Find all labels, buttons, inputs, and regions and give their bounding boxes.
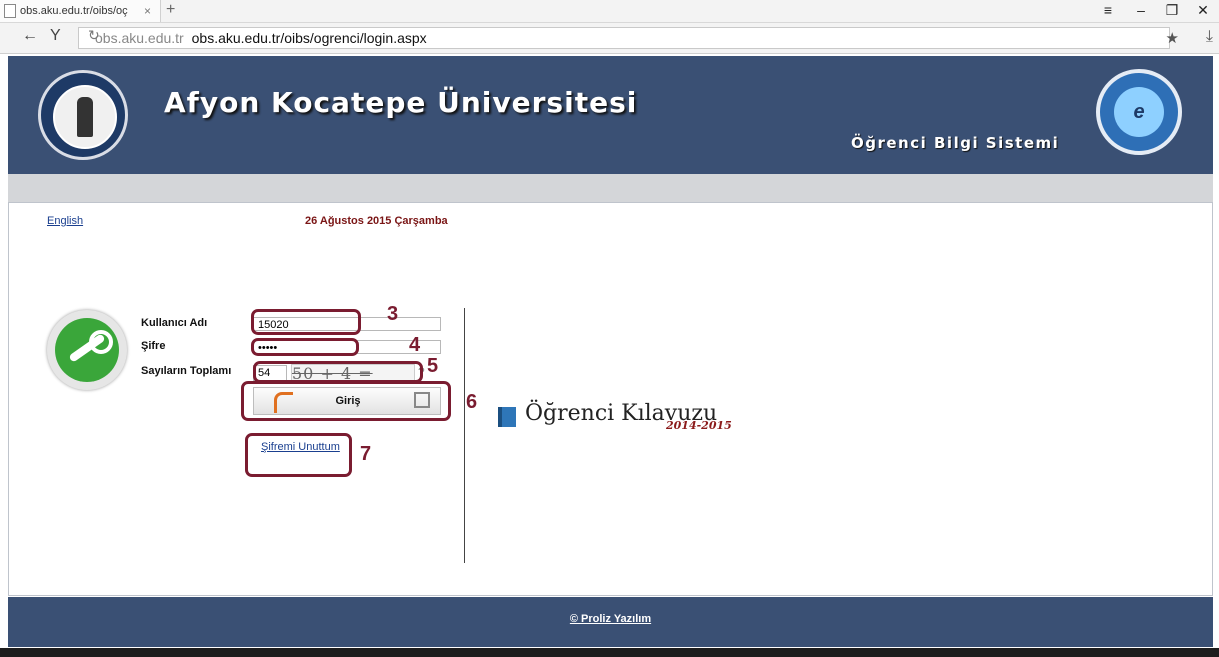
- vertical-divider: [464, 308, 465, 563]
- password-label: Şifre: [141, 340, 166, 352]
- current-date: 26 Ağustos 2015 Çarşamba: [305, 215, 448, 227]
- proliz-link[interactable]: © Proliz Yazılım: [8, 613, 1213, 625]
- star-icon[interactable]: ★: [1166, 29, 1179, 47]
- address-bar: ← Y ↻ obs.aku.edu.tr obs.aku.edu.tr/oibs…: [0, 23, 1219, 54]
- download-icon[interactable]: ⤓: [1206, 28, 1213, 46]
- y-icon[interactable]: Y: [50, 27, 61, 45]
- url-path: obs.aku.edu.tr/oibs/ogrenci/login.aspx: [191, 30, 427, 46]
- key-icon: [47, 310, 127, 390]
- annotation-box-7: [245, 433, 352, 477]
- menu-icon[interactable]: ≡: [1093, 0, 1123, 22]
- site-footer: © Proliz Yazılım: [8, 597, 1213, 647]
- english-link[interactable]: English: [47, 215, 83, 227]
- logo-figure-icon: [77, 97, 93, 137]
- annotation-box-4: [251, 338, 359, 356]
- annotation-box-5: [253, 361, 423, 383]
- system-subtitle: Öğrenci Bilgi Sistemi: [851, 134, 1060, 152]
- header-divider-bar: [8, 174, 1213, 202]
- restore-icon[interactable]: ❐: [1157, 0, 1187, 22]
- os-taskbar: [0, 648, 1219, 657]
- tab-title: obs.aku.edu.tr/oibs/oç: [20, 5, 128, 17]
- university-title: Afyon Kocatepe Üniversitesi: [164, 86, 638, 119]
- annotation-number-6: 6: [466, 391, 478, 413]
- back-arrow-icon[interactable]: ←: [22, 27, 38, 45]
- annotation-box-3: [251, 309, 361, 335]
- minimize-icon[interactable]: –: [1126, 0, 1156, 22]
- username-label: Kullanıcı Adı: [141, 317, 208, 329]
- e-letter-icon: e: [1114, 87, 1164, 137]
- university-logo: [38, 70, 128, 160]
- url-input[interactable]: obs.aku.edu.tr obs.aku.edu.tr/oibs/ogren…: [78, 27, 1170, 49]
- guide-year: 2014-2015: [666, 419, 732, 432]
- reload-icon[interactable]: ↻: [88, 27, 100, 44]
- close-icon[interactable]: ✕: [1188, 0, 1218, 22]
- tab-close-icon[interactable]: ×: [144, 4, 151, 18]
- sum-label: Sayıların Toplamı: [141, 365, 232, 377]
- annotation-box-6: [241, 381, 451, 421]
- annotation-number-5: 5: [427, 355, 439, 377]
- page-icon: [4, 4, 16, 18]
- annotation-number-3: 3: [387, 303, 399, 325]
- browser-tab-bar: obs.aku.edu.tr/oibs/oç × + ≡ – ❐ ✕: [0, 0, 1219, 23]
- annotation-number-7: 7: [360, 443, 372, 465]
- annotation-number-4: 4: [409, 334, 421, 356]
- e-learning-badge: e: [1096, 69, 1182, 155]
- site-header: Afyon Kocatepe Üniversitesi Öğrenci Bilg…: [8, 56, 1213, 174]
- login-panel: English 26 Ağustos 2015 Çarşamba Kullanı…: [8, 202, 1213, 596]
- logo-seal: [53, 85, 117, 149]
- new-tab-button[interactable]: +: [166, 1, 175, 19]
- browser-tab[interactable]: obs.aku.edu.tr/oibs/oç ×: [0, 0, 161, 22]
- url-domain: obs.aku.edu.tr: [95, 30, 184, 46]
- book-icon: [498, 407, 516, 427]
